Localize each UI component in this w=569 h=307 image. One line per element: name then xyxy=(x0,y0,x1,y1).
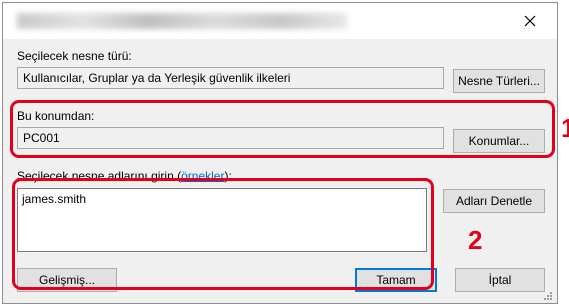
blurred-window-title xyxy=(17,13,347,29)
check-names-button[interactable]: Adları Denetle xyxy=(443,189,545,213)
cancel-button[interactable]: İptal xyxy=(455,268,545,292)
object-names-label-prefix: Seçilecek nesne adlarını girin ( xyxy=(17,169,182,183)
ok-button[interactable]: Tamam xyxy=(355,268,437,292)
object-names-input[interactable]: james.smith xyxy=(17,188,427,252)
locations-button[interactable]: Konumlar... xyxy=(453,129,545,153)
object-types-button[interactable]: Nesne Türleri... xyxy=(453,69,545,93)
select-users-dialog: Seçilecek nesne türü: Kullanıcılar, Grup… xyxy=(2,2,558,304)
callout-2: 2 xyxy=(468,225,483,255)
close-button[interactable] xyxy=(513,9,547,33)
object-names-value: james.smith xyxy=(22,192,87,206)
examples-link[interactable]: örnekler xyxy=(181,169,224,183)
close-icon xyxy=(524,15,536,27)
object-names-label: Seçilecek nesne adlarını girin (örnekler… xyxy=(17,169,232,183)
title-bar xyxy=(3,3,557,39)
advanced-button[interactable]: Gelişmiş... xyxy=(17,268,117,292)
object-names-label-suffix: ): xyxy=(224,169,232,183)
callout-1: 1 xyxy=(561,113,569,143)
location-label: Bu konumdan: xyxy=(17,109,95,123)
location-field: PC001 xyxy=(17,127,444,149)
object-type-field: Kullanıcılar, Gruplar ya da Yerleşik güv… xyxy=(17,67,444,89)
object-type-label: Seçilecek nesne türü: xyxy=(17,49,132,63)
resize-grip-icon[interactable] xyxy=(543,291,553,301)
